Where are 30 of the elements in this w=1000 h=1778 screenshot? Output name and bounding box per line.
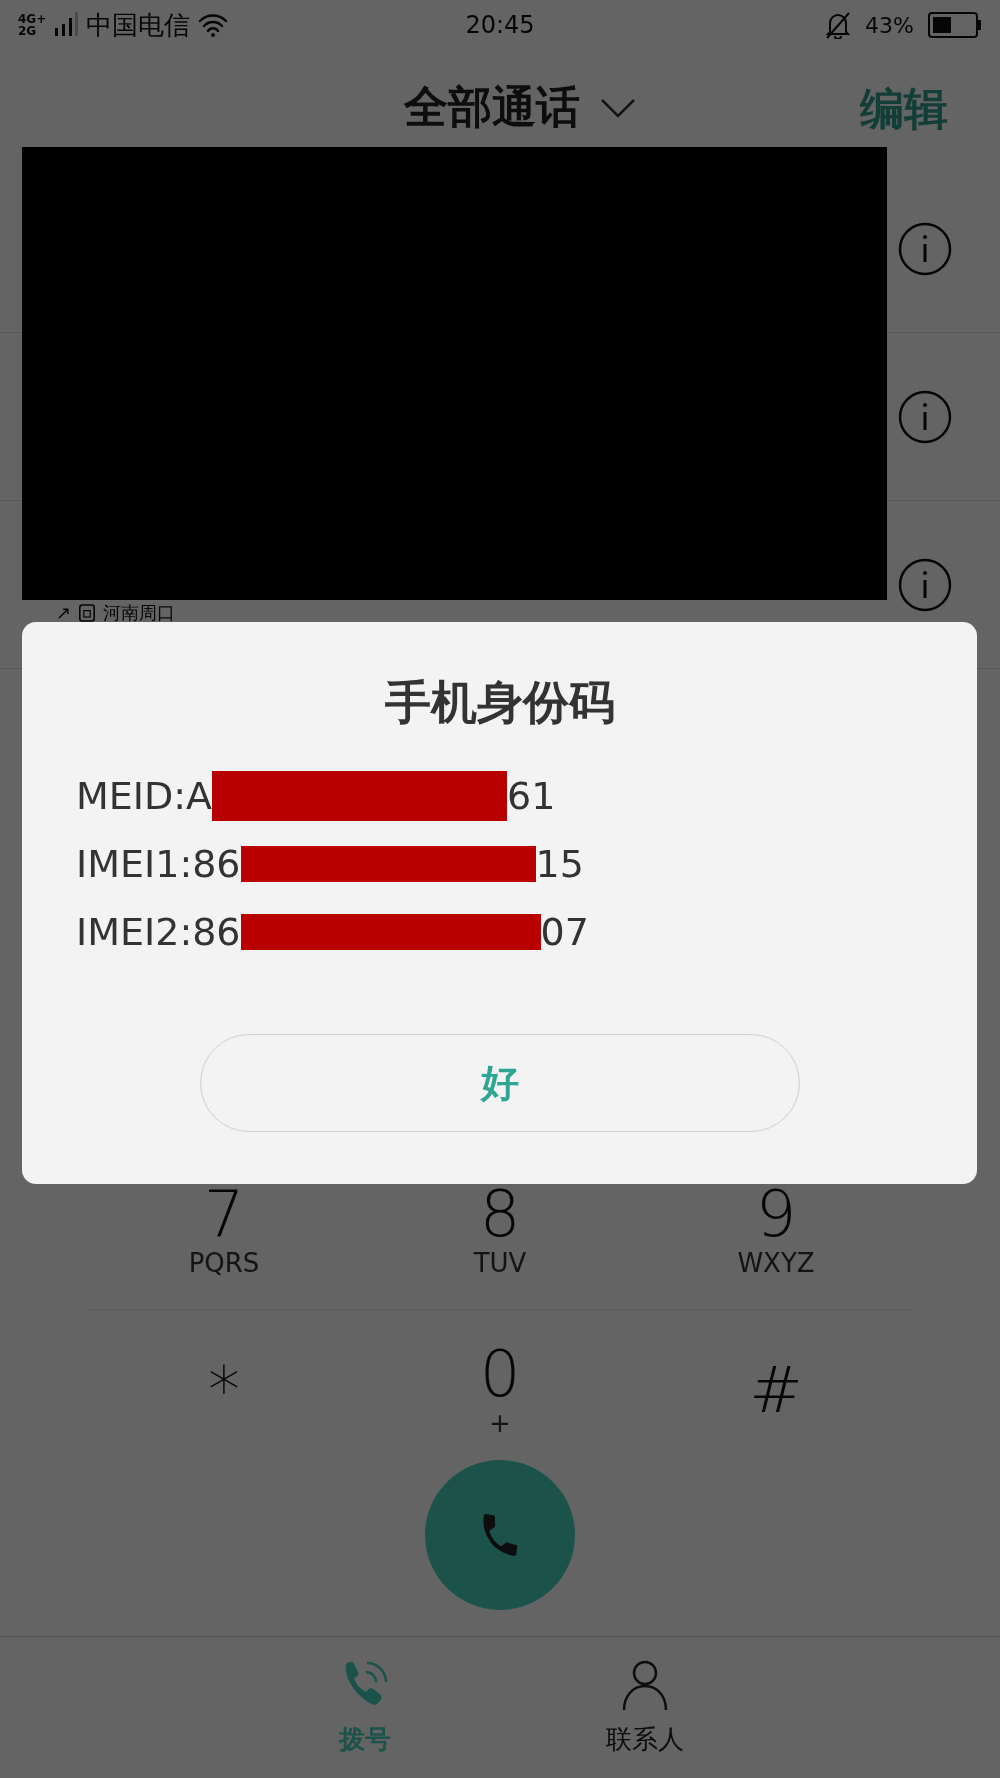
- wifi-icon: [198, 13, 229, 37]
- id-number-text: 07: [540, 910, 589, 954]
- signal-icon: [54, 12, 79, 38]
- id-number-text: 61: [507, 774, 556, 818]
- id-number-text: IMEI2:86: [76, 910, 241, 954]
- muted-bell-icon: [825, 11, 852, 39]
- info-button[interactable]: [898, 389, 952, 444]
- info-button[interactable]: [898, 221, 952, 276]
- sim-card-icon: [79, 603, 96, 622]
- dial-key[interactable]: *: [86, 1310, 362, 1470]
- dialog-title: 手机身份码: [383, 674, 616, 731]
- person-icon: [620, 1658, 670, 1712]
- bottom-tab[interactable]: 联系人: [565, 1637, 725, 1778]
- dial-key[interactable]: #: [638, 1310, 914, 1470]
- network-label: 4G+: [18, 13, 47, 25]
- chevron-down-icon: [600, 97, 636, 118]
- call-location: 河南周口: [103, 602, 176, 623]
- id-number-text: 15: [535, 842, 584, 886]
- carrier-name: 中国电信: [86, 8, 191, 42]
- id-number-text: MEID:A: [76, 774, 213, 818]
- network-label: 2G: [18, 25, 38, 37]
- id-number-text: IMEI1:86: [76, 842, 241, 886]
- battery-icon: [928, 12, 982, 38]
- edit-button[interactable]: 编辑: [860, 80, 948, 139]
- outgoing-arrow-icon: ↗: [56, 602, 72, 623]
- ok-button[interactable]: 好: [199, 1034, 800, 1132]
- clock-time: 20:45: [465, 11, 535, 39]
- screen-title: 全部通话: [404, 80, 580, 134]
- info-button[interactable]: [898, 557, 952, 612]
- battery-percent: 43%: [865, 12, 914, 38]
